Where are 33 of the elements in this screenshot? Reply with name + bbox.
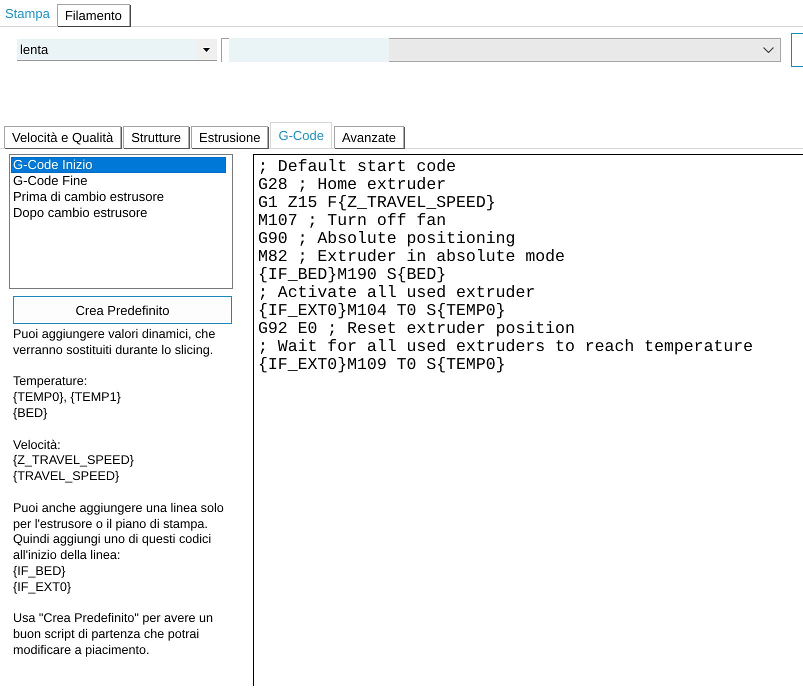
help-text: Temperature: {TEMP0}, {TEMP1} {BED} xyxy=(13,374,122,422)
tab[interactable]: Strutture xyxy=(123,126,190,148)
code-line: ; Default start code xyxy=(258,158,456,176)
code-line: ; Wait for all used extruders to reach temperature xyxy=(258,338,754,356)
list-item[interactable]: Prima di cambio estrusore xyxy=(11,189,226,205)
profile-dropdown[interactable]: lenta xyxy=(17,39,217,61)
list-item[interactable]: G-Code Inizio xyxy=(11,157,226,173)
help-text: Puoi aggiungere valori dinamici, che verranno sostituiti durante lo slicing. xyxy=(13,327,216,359)
code-line: G90 ; Absolute positioning xyxy=(258,230,516,248)
material-dropdown[interactable] xyxy=(228,38,782,62)
list-item[interactable]: Dopo cambio estrusore xyxy=(11,205,226,221)
caret-icon xyxy=(202,48,210,52)
help-text: Velocità: {Z_TRAVEL_SPEED} {TRAVEL_SPEED} xyxy=(13,438,135,485)
tab[interactable]: Filamento xyxy=(56,4,130,26)
help-text: Puoi anche aggiungere una linea solo per l'estrusore o il piano di stampa. Quindi aggiungi uno di questi codici all'inizio della linea: {IF_BED} {IF_EXT0} xyxy=(13,500,225,596)
code-line: G28 ; Home extruder xyxy=(258,176,446,194)
tab[interactable]: Velocità e Qualità xyxy=(4,126,122,148)
code-line: ; Activate all used extruder xyxy=(258,284,536,302)
code-editor[interactable] xyxy=(253,154,803,686)
tab[interactable]: Avanzate xyxy=(334,126,404,148)
create-default-button[interactable]: Crea Predefinito xyxy=(13,296,232,324)
button[interactable] xyxy=(791,33,803,67)
list-item[interactable]: G-Code Fine xyxy=(11,173,226,189)
code-line: {IF_BED}M190 S{BED} xyxy=(258,266,446,284)
tab[interactable]: Estrusione xyxy=(191,126,268,148)
help-text: Usa "Crea Predefinito" per avere un buon script di partenza che potrai modificare a piacimento. xyxy=(13,611,214,659)
code-line: G92 E0 ; Reset extruder position xyxy=(258,320,575,338)
code-line: G1 Z15 F{Z_TRAVEL_SPEED} xyxy=(258,194,496,212)
code-line: {IF_EXT0}M109 T0 S{TEMP0} xyxy=(258,356,506,374)
code-line: {IF_EXT0}M104 T0 S{TEMP0} xyxy=(258,302,506,320)
chevron-down-icon xyxy=(763,47,774,53)
code-line: M82 ; Extruder in absolute mode xyxy=(258,248,565,266)
code-line: M107 ; Turn off fan xyxy=(258,212,446,230)
